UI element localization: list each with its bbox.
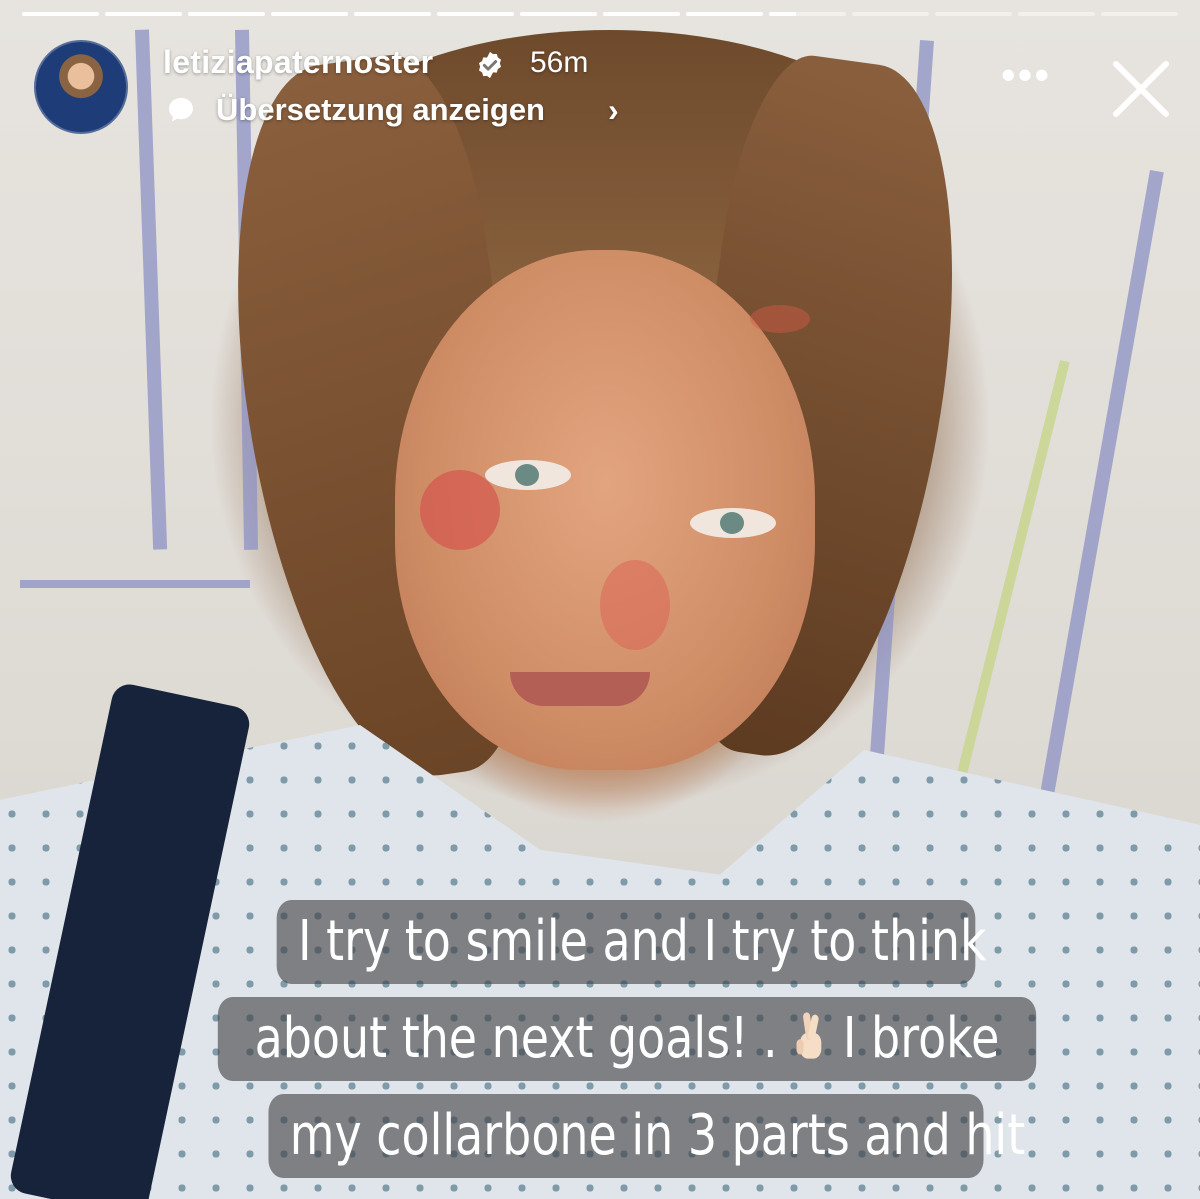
progress-segment [603, 12, 680, 16]
progress-segment [271, 12, 348, 16]
pillow-stripe [135, 29, 168, 550]
crossed-fingers-emoji [796, 1012, 821, 1059]
progress-segment [769, 12, 846, 16]
username[interactable]: letiziapaternoster [163, 44, 433, 81]
facial-scrape [750, 305, 810, 333]
post-time: 56m [530, 46, 589, 79]
mouth [510, 672, 650, 706]
progress-segment [354, 12, 431, 16]
caption-line: I try to smile and I try to think [276, 900, 987, 984]
translation-link[interactable]: Übersetzung anzeigen [216, 92, 545, 128]
caption-text: about the next goals! . [254, 1006, 793, 1071]
facial-scrape [420, 470, 500, 550]
progress-segment-fill [769, 12, 796, 16]
progress-segment [22, 12, 99, 16]
progress-segment [520, 12, 597, 16]
caption-text: I try to smile and I try to think [298, 909, 987, 974]
progress-segment [686, 12, 763, 16]
caption-text: my collarbone in 3 parts and hit [289, 1103, 1026, 1168]
progress-segment [188, 12, 265, 16]
caption-line: about the next goals! . I broke [217, 997, 1037, 1081]
progress-segment [1018, 12, 1095, 16]
pillow-stripe [1024, 170, 1164, 882]
progress-segment [935, 12, 1012, 16]
progress-segment [852, 12, 929, 16]
progress-segment-fill [354, 12, 431, 16]
progress-segment-fill [188, 12, 265, 16]
progress-segment [1101, 12, 1178, 16]
close-icon[interactable] [1108, 56, 1174, 122]
avatar[interactable] [34, 40, 128, 134]
chevron-right-icon[interactable]: › [608, 92, 619, 129]
speech-bubble-icon[interactable] [165, 94, 197, 126]
caption-text: I broke [828, 1006, 1000, 1071]
caption-line: my collarbone in 3 parts and hit [268, 1094, 1025, 1178]
verified-badge-icon [479, 51, 501, 79]
story-progress-bar [22, 12, 1178, 17]
progress-segment-fill [105, 12, 182, 16]
progress-segment-fill [437, 12, 514, 16]
progress-segment-fill [603, 12, 680, 16]
pillow-stripe [20, 580, 250, 588]
progress-segment-fill [271, 12, 348, 16]
facial-scrape [600, 560, 670, 650]
progress-segment-fill [686, 12, 763, 16]
progress-segment [105, 12, 182, 16]
eye [690, 508, 776, 538]
progress-segment [437, 12, 514, 16]
progress-segment-fill [520, 12, 597, 16]
progress-segment-fill [22, 12, 99, 16]
more-dots-icon[interactable]: ••• [1000, 54, 1052, 106]
eye [485, 460, 571, 490]
